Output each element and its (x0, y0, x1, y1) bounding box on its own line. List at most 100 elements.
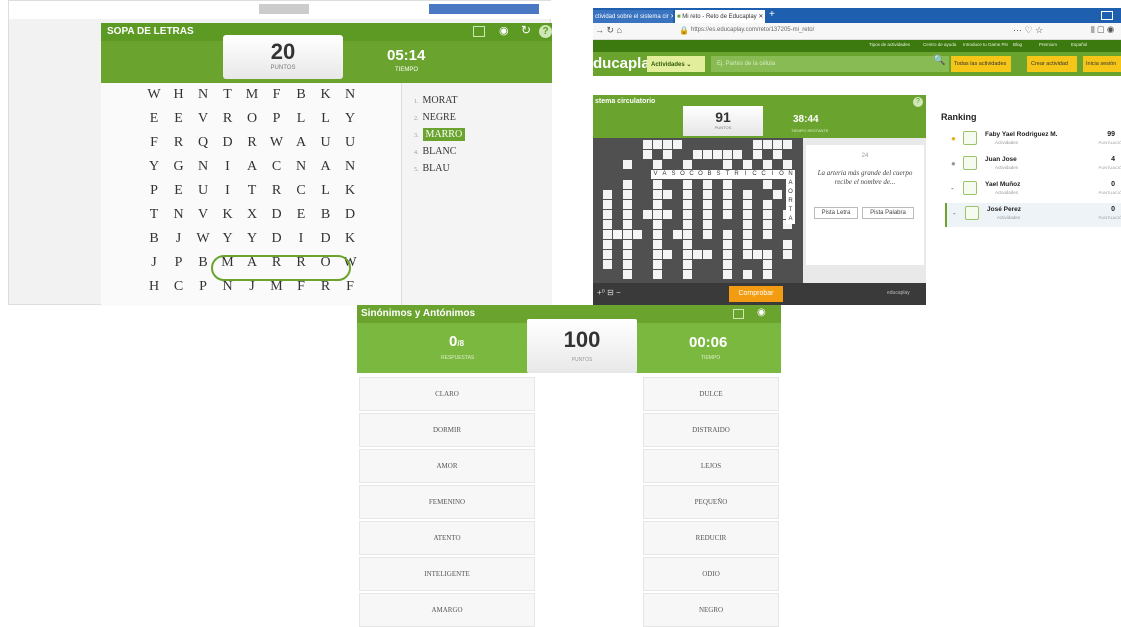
grid-letter[interactable]: L (316, 111, 336, 127)
grid-letter[interactable]: C (291, 183, 311, 199)
help-icon[interactable]: ? (913, 97, 923, 107)
grid-letter[interactable]: Y (340, 111, 360, 127)
crossword-cell[interactable] (673, 230, 682, 239)
crossword-cell[interactable] (683, 160, 692, 169)
crossword-cell[interactable] (733, 150, 742, 159)
synonym-card[interactable]: LEJOS (643, 449, 779, 483)
nav-arrows-icon[interactable]: → ↻ ⌂ (595, 25, 622, 36)
crossword-cell[interactable] (603, 230, 612, 239)
crossword-cell[interactable] (723, 150, 732, 159)
synonym-card[interactable]: AMOR (359, 449, 535, 483)
zoom-controls-icon[interactable]: +⁰ ⊟ − (597, 288, 621, 297)
crossword-letter[interactable]: A (786, 179, 795, 188)
fullscreen-icon[interactable] (733, 309, 744, 319)
synonym-card[interactable]: DORMIR (359, 413, 535, 447)
topnav-link[interactable]: Español (1071, 42, 1087, 47)
grid-letter[interactable]: F (340, 279, 360, 295)
grid-letter[interactable]: Q (193, 135, 213, 151)
crossword-cell[interactable] (683, 230, 692, 239)
crossword-cell[interactable] (623, 200, 632, 209)
grid-letter[interactable]: E (144, 111, 164, 127)
ranking-row[interactable]: - José Perez Actividades 0 PUNTUACIÓN (945, 203, 1121, 227)
crossword-letter[interactable]: O (678, 170, 687, 179)
crossword-cell[interactable] (703, 190, 712, 199)
crossword-cell[interactable] (723, 210, 732, 219)
hint-word-button[interactable]: Pista Palabra (862, 207, 914, 219)
search-input[interactable]: Ej. Partes de la célula (711, 56, 949, 72)
grid-letter[interactable]: K (340, 231, 360, 247)
grid-letter[interactable]: E (169, 111, 189, 127)
crossword-cell[interactable] (663, 210, 672, 219)
crossword-cell[interactable] (753, 150, 762, 159)
grid-letter[interactable]: H (144, 279, 164, 295)
window-minimize-button[interactable] (1101, 11, 1113, 20)
grid-letter[interactable]: R (169, 135, 189, 151)
crossword-letter[interactable]: O (777, 170, 786, 179)
grid-letter[interactable]: E (169, 183, 189, 199)
grid-letter[interactable]: M (242, 87, 262, 103)
login-button[interactable]: Inicia sesión (1083, 56, 1121, 72)
crossword-letter[interactable]: O (786, 188, 795, 197)
grid-letter[interactable]: N (218, 279, 238, 295)
grid-letter[interactable]: V (193, 207, 213, 223)
grid-letter[interactable]: A (316, 159, 336, 175)
crossword-cell[interactable] (723, 160, 732, 169)
grid-letter[interactable]: C (267, 159, 287, 175)
crossword-cell[interactable] (723, 250, 732, 259)
grid-letter[interactable]: J (242, 279, 262, 295)
crossword-cell[interactable] (623, 260, 632, 269)
crossword-cell[interactable] (653, 180, 662, 189)
grid-letter[interactable]: D (267, 231, 287, 247)
browser-tab-2[interactable]: ■ Mi reto - Reto de Educaplay ✕ (675, 10, 765, 23)
crossword-cell[interactable] (743, 210, 752, 219)
grid-letter[interactable]: D (218, 135, 238, 151)
crossword-cell[interactable] (623, 250, 632, 259)
ranking-row[interactable]: ● Juan Jose Actividades 4 PUNTUACIÓN (945, 153, 1121, 177)
crossword-cell[interactable] (623, 230, 632, 239)
browser-tab-1[interactable]: ctividad sobre el sistema cir ✕ (593, 10, 673, 23)
crossword-letter[interactable]: A (660, 170, 669, 179)
synonym-card[interactable]: AMARGO (359, 593, 535, 627)
grid-letter[interactable]: U (340, 135, 360, 151)
topnav-link[interactable]: Introduce tu Game Pin (963, 42, 1008, 47)
crossword-letter[interactable]: B (705, 170, 714, 179)
crossword-cell[interactable] (763, 220, 772, 229)
crossword-cell[interactable] (763, 230, 772, 239)
crossword-cell[interactable] (753, 250, 762, 259)
crossword-cell[interactable] (643, 150, 652, 159)
grid-letter[interactable]: N (193, 159, 213, 175)
crossword-cell[interactable] (683, 270, 692, 279)
ranking-row[interactable]: ● Faby Yael Rodriguez M. Actividades 99 PUNT… (945, 128, 1121, 152)
crossword-cell[interactable] (603, 220, 612, 229)
grid-letter[interactable]: N (193, 87, 213, 103)
grid-letter[interactable]: A (291, 135, 311, 151)
crossword-cell[interactable] (683, 190, 692, 199)
grid-letter[interactable]: B (144, 231, 164, 247)
crossword-cell[interactable] (603, 200, 612, 209)
crossword-cell[interactable] (663, 190, 672, 199)
grid-letter[interactable]: A (242, 159, 262, 175)
crossword-letter[interactable]: C (750, 170, 759, 179)
crossword-cell[interactable] (623, 160, 632, 169)
crossword-cell[interactable] (763, 250, 772, 259)
crossword-cell[interactable] (693, 250, 702, 259)
grid-letter[interactable]: I (218, 183, 238, 199)
grid-letter[interactable]: P (169, 255, 189, 271)
topnav-link[interactable]: Tipos de actividades (869, 42, 910, 47)
crossword-letter[interactable]: S (669, 170, 678, 179)
all-activities-button[interactable]: Todas las actividades (951, 56, 1011, 72)
synonym-card[interactable]: DISTRAIDO (643, 413, 779, 447)
crossword-cell[interactable] (623, 220, 632, 229)
grid-letter[interactable]: J (169, 231, 189, 247)
grid-letter[interactable]: F (144, 135, 164, 151)
crossword-letter[interactable]: A (786, 215, 795, 224)
grid-letter[interactable]: G (169, 159, 189, 175)
crossword-cell[interactable] (643, 140, 652, 149)
topnav-link[interactable]: Blog (1013, 42, 1022, 47)
crossword-letter[interactable]: N (786, 170, 795, 179)
crossword-cell[interactable] (683, 200, 692, 209)
crossword-cell[interactable] (653, 200, 662, 209)
crossword-cell[interactable] (723, 260, 732, 269)
crossword-cell[interactable] (653, 210, 662, 219)
synonym-card[interactable]: PEQUEÑO (643, 485, 779, 519)
